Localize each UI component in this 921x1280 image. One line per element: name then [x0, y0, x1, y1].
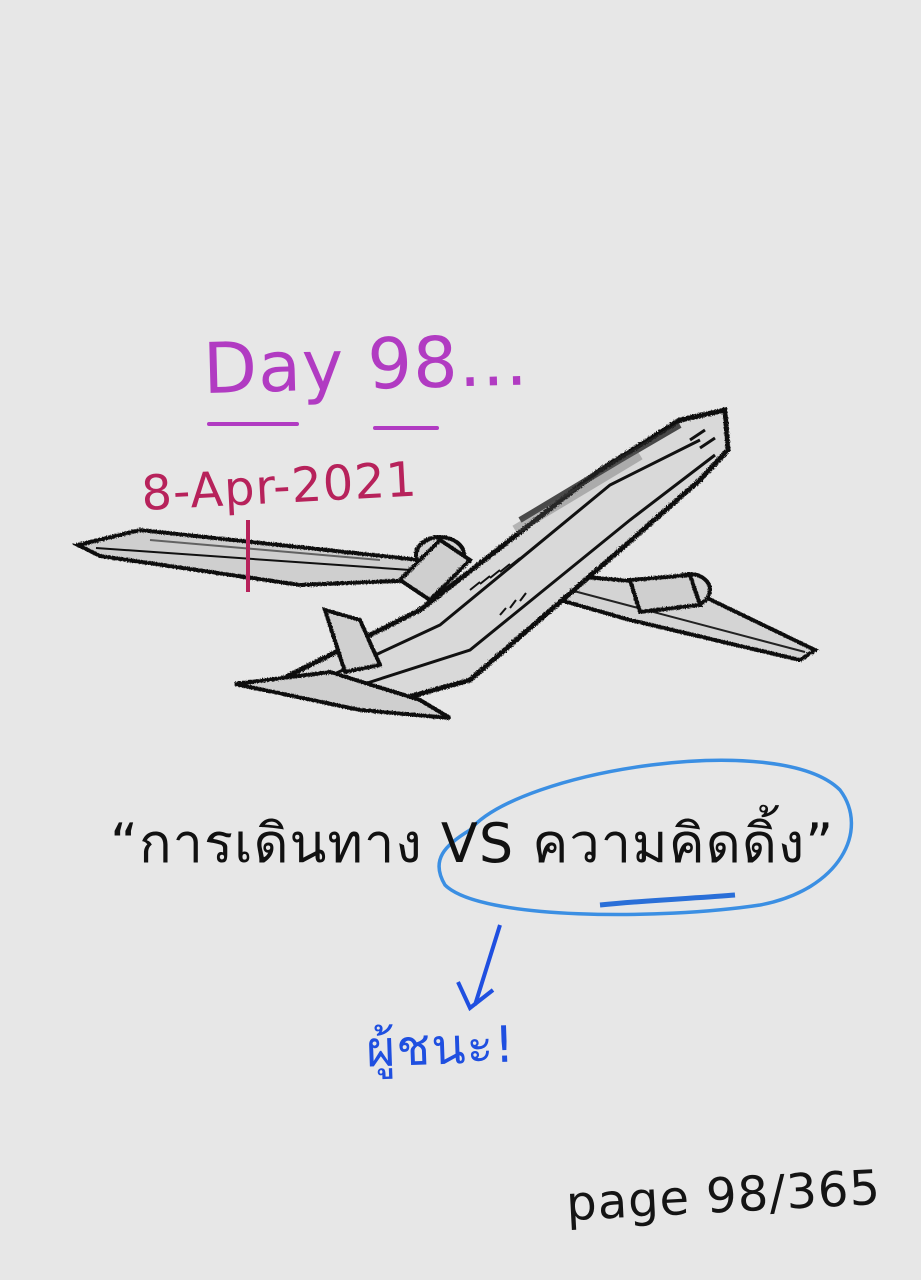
day-underline [207, 422, 299, 426]
notebook-page: Day 98... 8-Apr-2021 “การเดินทาง VS ความ… [0, 0, 921, 1280]
quote-text: “การเดินทาง VS ความคิดดิ้ง” [110, 812, 835, 875]
day-label: Day 98... [202, 319, 530, 410]
number-underline [373, 426, 439, 430]
winner-label: ผู้ชนะ! [365, 1015, 517, 1079]
airplane-sketch-icon [72, 406, 854, 1012]
